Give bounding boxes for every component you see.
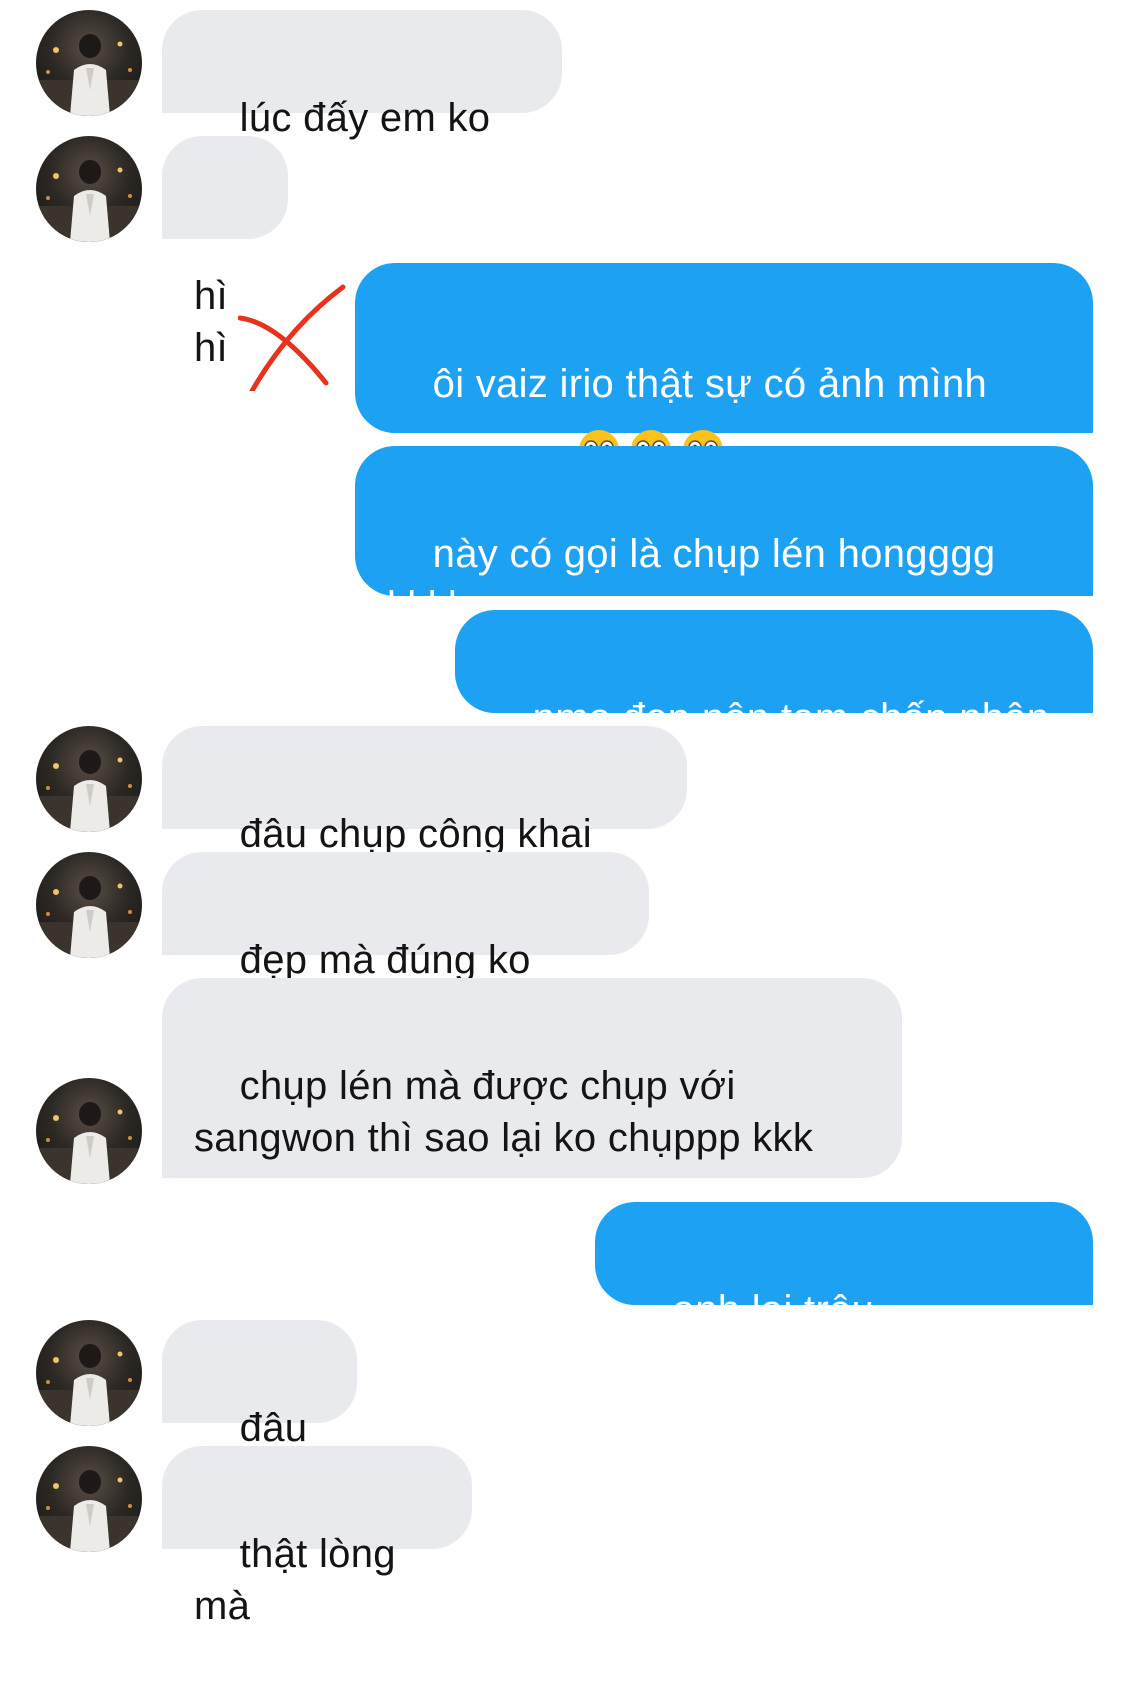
incoming-message-bubble[interactable]: hì hì <box>162 136 288 370</box>
avatar-photo-icon <box>36 34 142 116</box>
outgoing-message-bubble[interactable]: này có gọi là chụp lén hongggg kkkk <box>355 446 1093 628</box>
incoming-message-bubble[interactable]: chụp lén mà được chụp với sangwon thì sa… <box>162 978 902 1178</box>
message-text: anh lại trêu emmmmm <box>627 1288 886 1384</box>
contact-avatar[interactable] <box>36 10 142 116</box>
avatar-photo-icon <box>36 750 142 832</box>
contact-avatar[interactable] <box>36 1078 142 1184</box>
outgoing-message-bubble[interactable]: ôi vaiz irio thật sự có ảnh mình trong m… <box>355 263 1093 472</box>
avatar-photo-icon <box>36 1102 142 1184</box>
avatar-photo-icon <box>36 1344 142 1426</box>
avatar-photo-icon <box>36 876 142 958</box>
message-text: chụp lén mà được chụp với sangwon thì sa… <box>194 1064 814 1160</box>
message-text: hì hì <box>194 274 240 370</box>
avatar-photo-icon <box>36 1470 142 1552</box>
chat-thread: lúc đấy em ko biết hì hì ôi vaiz irio th… <box>0 0 1125 1667</box>
red-x-mark-icon <box>238 284 346 391</box>
incoming-message-bubble[interactable]: thật lòng mà <box>162 1446 472 1628</box>
contact-avatar[interactable] <box>36 1446 142 1552</box>
incoming-message-bubble[interactable]: đâu có <box>162 1320 357 1502</box>
contact-avatar[interactable] <box>36 1320 142 1426</box>
incoming-message-bubble[interactable]: lúc đấy em ko biết <box>162 10 562 192</box>
incoming-message-bubble[interactable]: đâu chụp công khai mà <box>162 726 687 908</box>
contact-avatar[interactable] <box>36 726 142 832</box>
outgoing-message-bubble[interactable]: anh lại trêu emmmmm <box>595 1202 1093 1384</box>
incoming-message-bubble[interactable]: đẹp mà đúng ko kkkk <box>162 852 649 1034</box>
contact-avatar[interactable] <box>36 136 142 242</box>
avatar-photo-icon <box>36 160 142 242</box>
message-text: thật lòng mà <box>194 1532 408 1628</box>
contact-avatar[interactable] <box>36 852 142 958</box>
outgoing-message-bubble[interactable]: nma đẹp nên tạm chấp nhận <box>455 610 1093 740</box>
